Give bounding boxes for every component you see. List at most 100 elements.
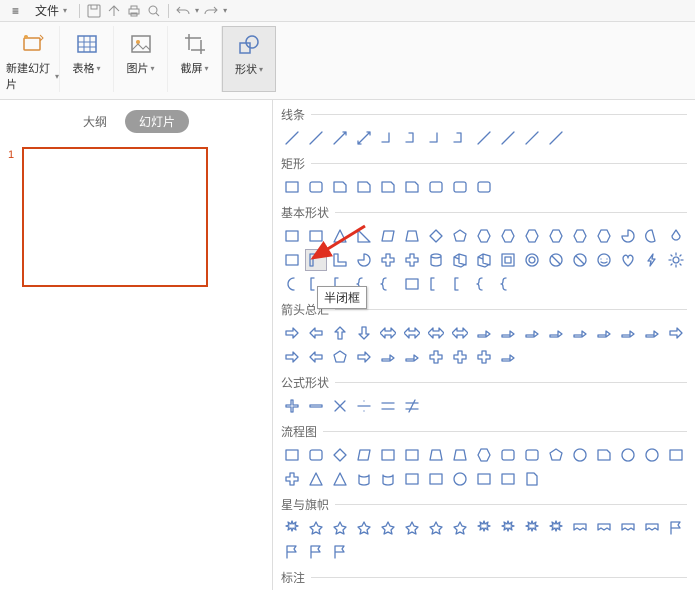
shape-item[interactable]: [569, 444, 591, 466]
shape-item[interactable]: [377, 468, 399, 490]
shape-item[interactable]: [569, 517, 591, 539]
shape-item[interactable]: [521, 517, 543, 539]
shape-item[interactable]: [401, 176, 423, 198]
shape-item[interactable]: [569, 225, 591, 247]
shape-item[interactable]: [497, 273, 519, 295]
shape-item[interactable]: [617, 444, 639, 466]
shape-item[interactable]: [305, 322, 327, 344]
shape-item[interactable]: [449, 517, 471, 539]
shape-item[interactable]: [305, 395, 327, 417]
shape-item[interactable]: [545, 225, 567, 247]
shape-item[interactable]: [281, 395, 303, 417]
shape-item[interactable]: [425, 249, 447, 271]
shape-item[interactable]: [593, 444, 615, 466]
shape-item[interactable]: [329, 176, 351, 198]
save-icon[interactable]: [86, 3, 102, 19]
shape-item[interactable]: [665, 517, 687, 539]
shape-item[interactable]: [593, 249, 615, 271]
shape-item[interactable]: [329, 468, 351, 490]
shape-item[interactable]: [569, 322, 591, 344]
shape-item[interactable]: [401, 249, 423, 271]
shape-item[interactable]: [305, 468, 327, 490]
shape-item[interactable]: [497, 468, 519, 490]
shape-item[interactable]: [425, 127, 447, 149]
new-slide-button[interactable]: 新建幻灯片▾: [6, 26, 60, 92]
shape-item[interactable]: [281, 468, 303, 490]
shape-item[interactable]: [593, 225, 615, 247]
shape-item[interactable]: [305, 249, 327, 271]
shape-item[interactable]: [353, 225, 375, 247]
shape-item[interactable]: [281, 176, 303, 198]
shape-item[interactable]: [497, 346, 519, 368]
shape-item[interactable]: [281, 127, 303, 149]
shape-item[interactable]: [521, 127, 543, 149]
shape-item[interactable]: [329, 127, 351, 149]
shape-item[interactable]: [401, 517, 423, 539]
shape-item[interactable]: [425, 273, 447, 295]
shape-item[interactable]: [545, 322, 567, 344]
shape-item[interactable]: [449, 346, 471, 368]
shape-item[interactable]: [305, 517, 327, 539]
shape-item[interactable]: [641, 322, 663, 344]
shape-item[interactable]: [545, 517, 567, 539]
shape-item[interactable]: [449, 127, 471, 149]
shape-item[interactable]: [305, 176, 327, 198]
shape-item[interactable]: [377, 395, 399, 417]
shape-item[interactable]: [329, 249, 351, 271]
shape-item[interactable]: [473, 517, 495, 539]
shape-item[interactable]: [281, 322, 303, 344]
shape-item[interactable]: [425, 322, 447, 344]
shape-item[interactable]: [665, 322, 687, 344]
shape-item[interactable]: [377, 322, 399, 344]
shape-item[interactable]: [473, 127, 495, 149]
shape-item[interactable]: [377, 273, 399, 295]
shape-item[interactable]: [617, 517, 639, 539]
shape-item[interactable]: [329, 541, 351, 563]
shapes-button[interactable]: 形状▾: [222, 26, 276, 92]
shape-item[interactable]: [377, 249, 399, 271]
shape-item[interactable]: [329, 517, 351, 539]
shape-item[interactable]: [353, 176, 375, 198]
shape-item[interactable]: [545, 127, 567, 149]
shape-item[interactable]: [521, 322, 543, 344]
shape-item[interactable]: [401, 273, 423, 295]
shape-item[interactable]: [665, 249, 687, 271]
shape-item[interactable]: [497, 225, 519, 247]
shape-item[interactable]: [593, 517, 615, 539]
shape-item[interactable]: [281, 346, 303, 368]
shape-item[interactable]: [665, 444, 687, 466]
shape-item[interactable]: [473, 322, 495, 344]
shape-item[interactable]: [545, 249, 567, 271]
shape-item[interactable]: [329, 322, 351, 344]
table-button[interactable]: 表格▾: [60, 26, 114, 92]
shape-item[interactable]: [401, 468, 423, 490]
shape-item[interactable]: [305, 346, 327, 368]
shape-item[interactable]: [521, 468, 543, 490]
shape-item[interactable]: [641, 444, 663, 466]
shape-item[interactable]: [377, 176, 399, 198]
shape-item[interactable]: [617, 322, 639, 344]
shape-item[interactable]: [305, 444, 327, 466]
shape-item[interactable]: [425, 346, 447, 368]
shape-item[interactable]: [377, 517, 399, 539]
screenshot-button[interactable]: 截屏▾: [168, 26, 222, 92]
shape-item[interactable]: [449, 273, 471, 295]
shape-item[interactable]: [281, 444, 303, 466]
shape-item[interactable]: [353, 322, 375, 344]
shape-item[interactable]: [449, 468, 471, 490]
shape-item[interactable]: [497, 444, 519, 466]
shape-item[interactable]: [281, 273, 303, 295]
shape-item[interactable]: [305, 225, 327, 247]
shape-item[interactable]: [569, 249, 591, 271]
shape-item[interactable]: [473, 346, 495, 368]
shape-item[interactable]: [425, 225, 447, 247]
shape-item[interactable]: [425, 444, 447, 466]
shape-item[interactable]: [401, 444, 423, 466]
shape-item[interactable]: [497, 322, 519, 344]
shape-item[interactable]: [497, 127, 519, 149]
shape-item[interactable]: [305, 541, 327, 563]
shape-item[interactable]: [377, 346, 399, 368]
shape-item[interactable]: [329, 395, 351, 417]
shape-item[interactable]: [497, 517, 519, 539]
shape-item[interactable]: [497, 249, 519, 271]
